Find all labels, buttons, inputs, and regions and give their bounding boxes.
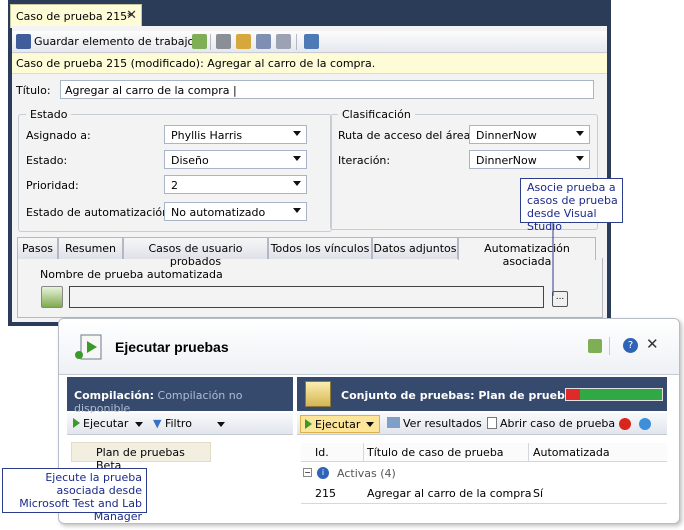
play-icon bbox=[73, 418, 80, 428]
navigate-icon[interactable] bbox=[639, 418, 651, 430]
refresh-icon[interactable] bbox=[588, 339, 602, 353]
help-icon[interactable]: ? bbox=[623, 338, 638, 353]
info-icon: i bbox=[317, 467, 329, 479]
run-left-label: Ejecutar bbox=[83, 417, 129, 430]
open-test-case-button[interactable]: Abrir caso de prueba bbox=[487, 417, 615, 430]
col-automated[interactable]: Automatizada bbox=[533, 446, 610, 459]
run-button-label: Ejecutar bbox=[315, 418, 361, 431]
stop-icon[interactable] bbox=[619, 418, 631, 430]
suite-toolbar: Ejecutar Ver resultados Abrir caso de pr… bbox=[297, 413, 667, 435]
open-test-case-label: Abrir caso de prueba bbox=[500, 417, 616, 430]
chevron-down-icon[interactable] bbox=[217, 422, 225, 427]
row-title: Agregar al carro de la compra bbox=[367, 487, 532, 500]
row-automated: Sí bbox=[533, 487, 544, 500]
run-button-left[interactable]: Ejecutar bbox=[73, 417, 128, 430]
chevron-down-icon[interactable] bbox=[135, 422, 143, 427]
col-title[interactable]: Título de caso de prueba bbox=[367, 446, 504, 459]
build-label: Compilación: bbox=[74, 389, 155, 402]
build-bar: Compilación: Compilación no disponible bbox=[67, 377, 293, 415]
view-results-label: Ver resultados bbox=[403, 417, 482, 430]
header-divider bbox=[609, 337, 610, 355]
document-icon bbox=[487, 417, 497, 429]
filter-button[interactable]: ▼ Filtro bbox=[153, 417, 192, 430]
run-tests-icon bbox=[75, 334, 102, 360]
view-results-button[interactable]: Ver resultados bbox=[387, 417, 482, 430]
suite-progress-failed bbox=[565, 388, 580, 401]
close-icon[interactable]: ✕ bbox=[646, 335, 659, 353]
filter-icon: ▼ bbox=[153, 417, 162, 430]
grid-header: Id. Título de caso de prueba Automatizad… bbox=[301, 443, 667, 462]
group-row[interactable]: − i Activas (4) bbox=[301, 465, 667, 483]
row-id: 215 bbox=[315, 487, 336, 500]
col-id[interactable]: Id. bbox=[315, 446, 329, 459]
chevron-down-icon[interactable] bbox=[366, 422, 374, 427]
column-divider bbox=[363, 443, 364, 462]
collapse-icon[interactable]: − bbox=[303, 468, 312, 477]
filter-label: Filtro bbox=[164, 417, 192, 430]
mtm-title: Ejecutar pruebas bbox=[115, 339, 229, 355]
mtm-window: Ejecutar pruebas ? ✕ Compilación: Compil… bbox=[58, 318, 680, 524]
column-divider bbox=[528, 443, 529, 462]
plan-toolbar: Ejecutar ▼ Filtro bbox=[67, 413, 293, 435]
plan-item[interactable]: Plan de pruebas Beta bbox=[71, 442, 211, 472]
play-icon bbox=[305, 419, 312, 429]
callout-mtm: Ejecute la prueba asociada desde Microso… bbox=[2, 468, 147, 523]
results-icon bbox=[387, 417, 400, 428]
group-label: Activas (4) bbox=[337, 467, 396, 480]
suite-icon bbox=[305, 381, 331, 407]
table-row[interactable]: 215 Agregar al carro de la compra Sí bbox=[301, 484, 667, 504]
